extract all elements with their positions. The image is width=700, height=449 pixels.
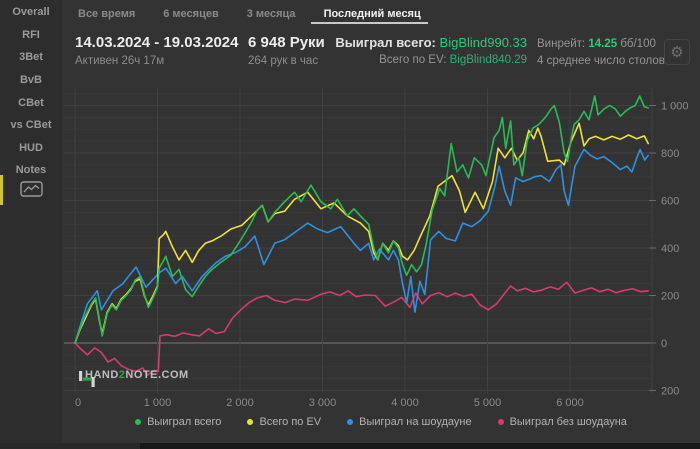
legend-label: Выиграл без шоудауна xyxy=(509,416,627,428)
series-всего-по-ev xyxy=(74,122,650,344)
series-выиграл-всего xyxy=(74,95,650,344)
x-axis-label: 5 000 xyxy=(474,397,502,409)
sidebar-item-list: Overall RFI 3Bet BvB CBet vs CBet HUD Notes xyxy=(0,1,62,182)
stats-block: Винрейт: 14.25 бб/100 4 среднее число ст… xyxy=(537,37,665,68)
x-axis-label: 3 000 xyxy=(309,397,337,409)
legend-dot xyxy=(135,419,142,425)
sidebar-item-graph[interactable] xyxy=(0,178,62,204)
legend-dot xyxy=(497,419,504,425)
legend-item-1[interactable]: Выиграл всего xyxy=(135,416,221,428)
date-range: 14.03.2024 - 19.03.2024 xyxy=(75,34,239,51)
y-axis-label: 0 xyxy=(661,338,667,350)
legend-label: Всего по EV xyxy=(259,416,322,428)
y-axis-label: 600 xyxy=(661,196,679,208)
y-axis-label: 800 xyxy=(661,148,679,160)
chart-legend: Выиграл всего Всего по EV Выиграл на шоуда… xyxy=(62,410,700,434)
bottom-edge-strip-left xyxy=(0,443,140,449)
hands-per-hour: 264 рук в час xyxy=(248,55,319,67)
series-выиграл-без-шоудауна xyxy=(74,281,650,376)
sidebar: Overall RFI 3Bet BvB CBet vs CBet HUD Notes xyxy=(0,0,62,449)
legend-dot xyxy=(347,419,354,425)
sidebar-item-bvb[interactable]: BvB xyxy=(0,69,62,92)
y-axis-label: 200 xyxy=(661,291,679,303)
hands-count: 6 948 Руки xyxy=(248,34,325,51)
watermark-text: HAND2NOTE.COM xyxy=(85,369,189,381)
sidebar-item-hud[interactable]: HUD xyxy=(0,137,62,160)
legend-dot xyxy=(247,419,254,425)
y-axis-label: 400 xyxy=(661,243,679,255)
date-range-block: 14.03.2024 - 19.03.2024 Активен 26ч 17м xyxy=(75,34,238,68)
y-axis-label: 200 xyxy=(661,386,679,398)
sidebar-item-overall[interactable]: Overall xyxy=(0,1,62,24)
hands-block: 6 948 Руки 264 рук в час xyxy=(248,34,325,68)
winrate-unit: бб/100 xyxy=(620,38,656,50)
watermark: HAND2NOTE.COM xyxy=(78,369,189,387)
sidebar-item-cbet[interactable]: CBet xyxy=(0,91,62,114)
x-axis-label: 0 xyxy=(75,397,81,409)
tab-all-time[interactable]: Все время xyxy=(78,0,135,28)
x-axis-label: 4 000 xyxy=(391,397,419,409)
sidebar-item-vs-cbet[interactable]: vs CBet xyxy=(0,114,62,137)
line-chart-icon xyxy=(19,180,43,202)
tab-6-months[interactable]: 6 месяцев xyxy=(163,0,218,28)
winnings-block: Выиграл всего: BigBlind990.33 Всего по E… xyxy=(335,35,527,67)
ev-total-value: BigBlind840.29 xyxy=(449,54,527,66)
legend-item-4[interactable]: Выиграл без шоудауна xyxy=(497,416,627,428)
settings-button[interactable]: ⚙ xyxy=(664,39,690,65)
legend-label: Выиграл всего xyxy=(147,416,222,428)
avg-tables: 4 среднее число столов xyxy=(537,55,665,67)
sidebar-item-3bet[interactable]: 3Bet xyxy=(0,46,62,69)
chart-canvas: 1 000 800 600 400 200 0 200 0 1 000 2 000 3 000 4 0… xyxy=(64,88,689,409)
x-axis-label: 2 000 xyxy=(226,397,254,409)
won-total-value: BigBlind990.33 xyxy=(439,35,527,50)
tab-last-month[interactable]: Последний месяц xyxy=(310,0,428,28)
gear-icon: ⚙ xyxy=(670,44,684,61)
tab-3-months[interactable]: 3 месяца xyxy=(247,0,296,28)
won-total-label: Выиграл всего: xyxy=(335,35,436,50)
x-axis-label: 1 000 xyxy=(144,397,172,409)
winnings-chart: 1 000 800 600 400 200 0 200 0 1 000 2 000 3 000 4 0… xyxy=(62,85,700,412)
session-header: 14.03.2024 - 19.03.2024 Активен 26ч 17м … xyxy=(62,28,700,85)
winrate-label: Винрейт: xyxy=(537,38,586,50)
legend-item-2[interactable]: Всего по EV xyxy=(247,416,321,428)
x-axis-label: 6 000 xyxy=(556,397,584,409)
period-tabs: Все время 6 месяцев 3 месяца Последний меся… xyxy=(62,0,700,28)
series-выиграл-на-шоудауне xyxy=(74,148,650,344)
active-time: Активен 26ч 17м xyxy=(75,55,165,67)
legend-label: Выиграл на шоудауне xyxy=(359,416,472,428)
legend-item-3[interactable]: Выиграл на шоудауне xyxy=(347,416,472,428)
winrate-value: 14.25 xyxy=(588,38,618,50)
sidebar-item-rfi[interactable]: RFI xyxy=(0,24,62,47)
ev-total-label: Всего по EV: xyxy=(379,54,447,66)
bottom-edge-strip xyxy=(0,443,700,449)
y-axis-label: 1 000 xyxy=(661,101,689,113)
